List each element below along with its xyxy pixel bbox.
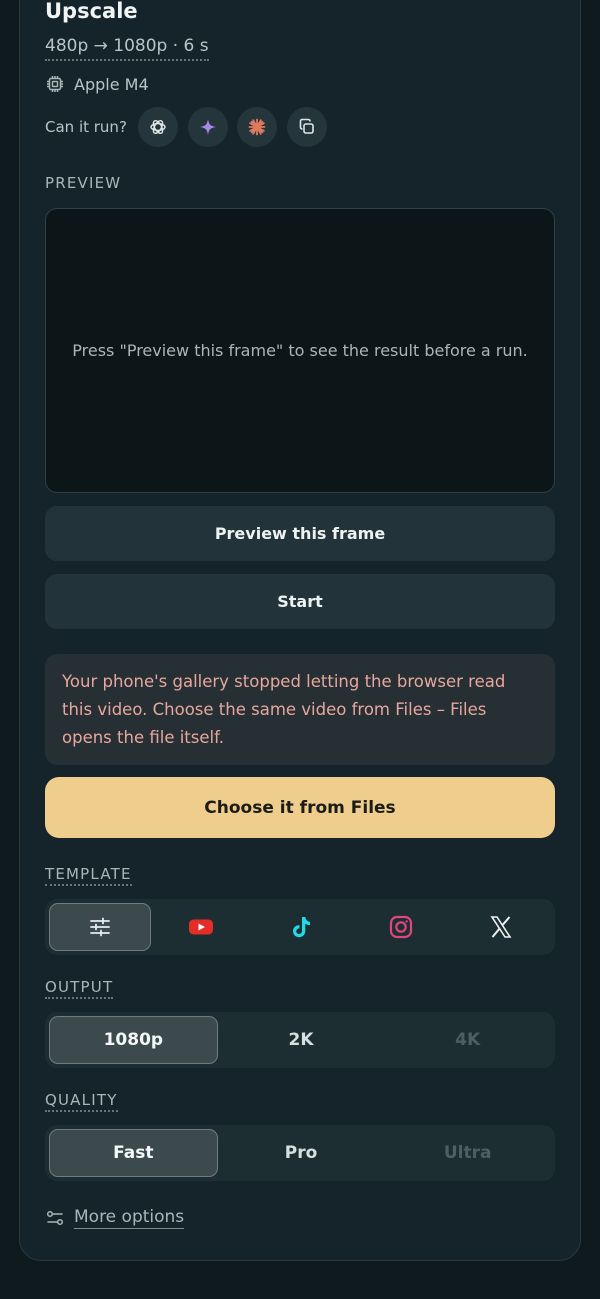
output-section-label[interactable]: OUTPUT [45,977,114,999]
youtube-icon [189,919,213,935]
template-selector [45,899,555,955]
x-icon [490,916,512,938]
device-info: Apple M4 [45,73,149,95]
template-option-instagram[interactable] [351,903,451,951]
preview-frame-button[interactable]: Preview this frame [45,506,555,561]
output-option-4k: 4K [455,1030,481,1050]
template-option-youtube[interactable] [151,903,251,951]
start-button[interactable]: Start [45,574,555,629]
output-option-1080p[interactable]: 1080p [49,1016,218,1064]
custom-sliders-icon [90,917,110,937]
preview-area: Press "Preview this frame" to see the re… [45,208,555,493]
template-option-custom[interactable] [49,903,151,951]
preview-placeholder: Press "Preview this frame" to see the re… [72,341,528,360]
quality-option-fast[interactable]: Fast [49,1129,218,1177]
quality-label-text: QUALITY [45,1091,118,1112]
claude-icon [248,118,266,136]
gallery-access-notice: Your phone's gallery stopped letting the… [45,654,555,765]
choose-from-files-button[interactable]: Choose it from Files [45,777,555,838]
output-label-text: OUTPUT [45,978,114,999]
page-title: Upscale [45,0,138,23]
chatgpt-icon [150,120,166,134]
notice-text: Your phone's gallery stopped letting the… [62,672,506,747]
chip-icon [47,76,63,92]
gemini-sparkle-icon [200,119,216,135]
quality-section-label[interactable]: QUALITY [45,1090,118,1112]
instagram-icon [389,915,413,939]
template-section-label[interactable]: TEMPLATE [45,864,132,886]
quality-selector: Fast Pro Ultra [45,1125,555,1181]
ask-claude-button[interactable] [237,107,277,147]
preview-section-label: PREVIEW [45,174,122,192]
ask-gemini-button[interactable] [188,107,228,147]
device-name: Apple M4 [74,74,149,94]
copy-prompt-button[interactable] [287,107,327,147]
tiktok-icon [293,917,310,938]
template-option-tiktok[interactable] [251,903,351,951]
resolution-duration-summary[interactable]: 480p → 1080p · 6 s [45,34,209,61]
output-resolution-selector: 1080p 2K 4K [45,1012,555,1068]
settings-toggles-icon [46,1210,64,1225]
template-option-x[interactable] [451,903,551,951]
can-run-label: Can it run? [45,118,127,136]
output-option-2k[interactable]: 2K [218,1016,385,1064]
more-options-label: More options [74,1207,185,1229]
more-options-link[interactable]: More options [45,1206,185,1229]
quality-option-ultra: Ultra [443,1143,492,1163]
copy-icon [299,118,314,134]
ask-chatgpt-button[interactable] [138,107,178,147]
quality-option-pro[interactable]: Pro [218,1129,385,1177]
template-label-text: TEMPLATE [45,865,132,886]
